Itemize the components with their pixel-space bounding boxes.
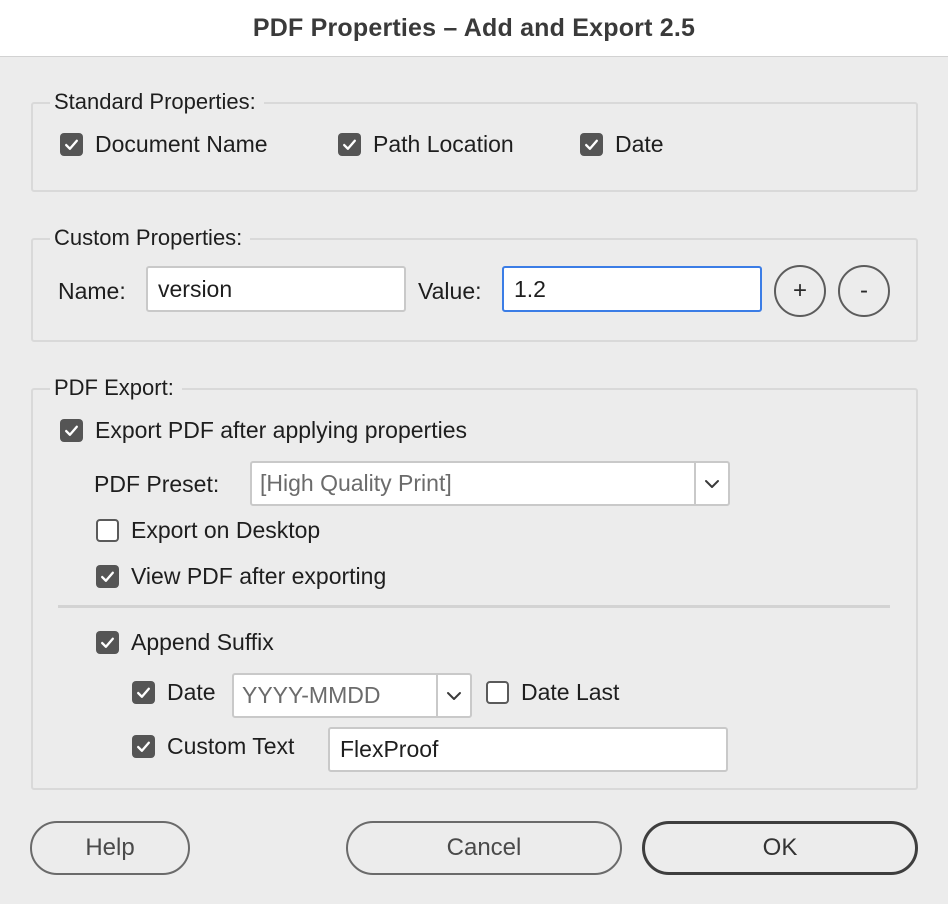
custom-text-checkbox-row[interactable]: Custom Text xyxy=(132,733,294,760)
name-input[interactable]: version xyxy=(146,266,406,312)
help-button[interactable]: Help xyxy=(30,821,190,875)
export-after-checkbox-row[interactable]: Export PDF after applying properties xyxy=(60,417,467,444)
suffix-date-label: Date xyxy=(167,679,216,705)
name-label: Name: xyxy=(58,278,126,304)
view-after-checkbox[interactable] xyxy=(96,565,119,588)
plus-icon: + xyxy=(792,277,807,304)
path-location-label: Path Location xyxy=(373,131,514,157)
append-suffix-label: Append Suffix xyxy=(131,629,274,655)
pdf-preset-value: [High Quality Print] xyxy=(260,470,452,496)
append-suffix-checkbox-row[interactable]: Append Suffix xyxy=(96,629,274,656)
chevron-down-icon[interactable] xyxy=(694,463,728,504)
date-label: Date xyxy=(615,131,664,157)
cancel-button[interactable]: Cancel xyxy=(346,821,622,875)
document-name-checkbox-row[interactable]: Document Name xyxy=(60,131,268,158)
standard-properties-legend: Standard Properties: xyxy=(50,89,264,115)
custom-text-checkbox[interactable] xyxy=(132,735,155,758)
window-title: PDF Properties – Add and Export 2.5 xyxy=(252,13,696,42)
document-name-label: Document Name xyxy=(95,131,268,157)
checkmark-icon xyxy=(137,741,150,752)
custom-text-input[interactable]: FlexProof xyxy=(328,727,728,772)
title-bar: PDF Properties – Add and Export 2.5 xyxy=(0,0,948,57)
checkmark-icon xyxy=(65,425,78,436)
custom-text-label: Custom Text xyxy=(167,733,295,759)
pdf-preset-dropdown[interactable]: [High Quality Print] xyxy=(250,461,730,506)
checkmark-icon xyxy=(585,139,598,150)
export-after-label: Export PDF after applying properties xyxy=(95,417,468,443)
chevron-down-icon[interactable] xyxy=(436,675,470,716)
value-input[interactable]: 1.2 xyxy=(502,266,762,312)
export-desktop-label: Export on Desktop xyxy=(131,517,321,543)
separator xyxy=(58,605,890,608)
checkmark-icon xyxy=(101,571,114,582)
view-after-checkbox-row[interactable]: View PDF after exporting xyxy=(96,563,386,590)
suffix-date-checkbox-row[interactable]: Date xyxy=(132,679,216,706)
append-suffix-checkbox[interactable] xyxy=(96,631,119,654)
export-desktop-checkbox[interactable] xyxy=(96,519,119,542)
date-checkbox[interactable] xyxy=(580,133,603,156)
ok-button[interactable]: OK xyxy=(642,821,918,875)
checkmark-icon xyxy=(343,139,356,150)
checkmark-icon xyxy=(65,139,78,150)
pdf-preset-label: PDF Preset: xyxy=(94,471,220,497)
pdf-export-legend: PDF Export: xyxy=(50,375,182,401)
minus-icon: - xyxy=(860,277,868,304)
checkmark-icon xyxy=(101,637,114,648)
date-checkbox-row[interactable]: Date xyxy=(580,131,664,158)
date-last-label: Date Last xyxy=(521,679,620,705)
suffix-date-checkbox[interactable] xyxy=(132,681,155,704)
path-location-checkbox-row[interactable]: Path Location xyxy=(338,131,514,158)
document-name-checkbox[interactable] xyxy=(60,133,83,156)
view-after-label: View PDF after exporting xyxy=(131,563,387,589)
date-last-checkbox[interactable] xyxy=(486,681,509,704)
path-location-checkbox[interactable] xyxy=(338,133,361,156)
custom-properties-legend: Custom Properties: xyxy=(50,225,251,251)
date-last-checkbox-row[interactable]: Date Last xyxy=(486,679,619,706)
remove-property-button[interactable]: - xyxy=(838,265,890,317)
export-desktop-checkbox-row[interactable]: Export on Desktop xyxy=(96,517,320,544)
date-format-dropdown[interactable]: YYYY-MMDD xyxy=(232,673,472,718)
checkmark-icon xyxy=(137,687,150,698)
add-property-button[interactable]: + xyxy=(774,265,826,317)
value-label: Value: xyxy=(418,278,482,304)
date-format-value: YYYY-MMDD xyxy=(242,682,381,708)
export-after-checkbox[interactable] xyxy=(60,419,83,442)
